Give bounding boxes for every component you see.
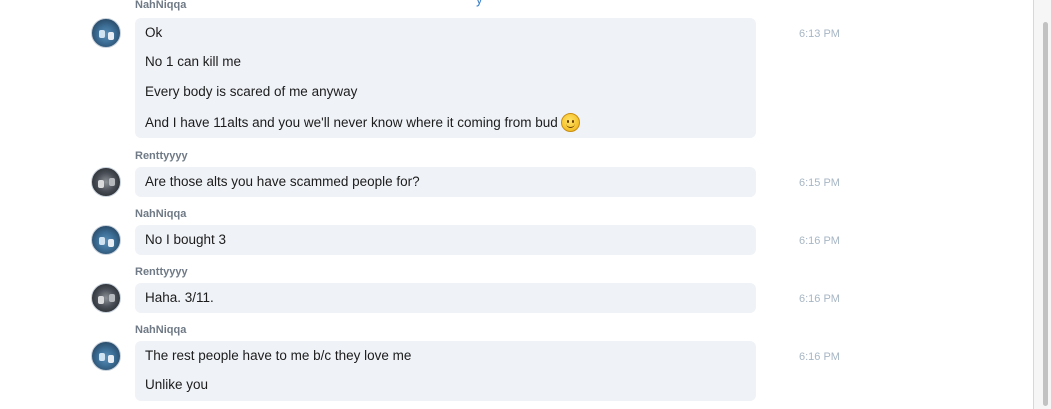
message-text: Ok — [145, 25, 163, 40]
avatar[interactable] — [91, 225, 121, 255]
scrollbar-thumb[interactable] — [1043, 22, 1048, 406]
message-bubble: The rest people have to me b/c they love… — [135, 341, 756, 401]
avatar[interactable] — [91, 18, 121, 48]
message-author[interactable]: Renttyyyy — [135, 150, 188, 162]
message-text: Unlike you — [145, 377, 209, 392]
message-bubble: Haha. 3/11. — [135, 283, 756, 313]
message-timestamp: 6:16 PM — [799, 351, 840, 363]
message-timestamp: 6:15 PM — [799, 177, 840, 189]
smiley-emoji-icon — [560, 113, 580, 132]
message-bubble: Are those alts you have scammed people f… — [135, 167, 756, 197]
message-author[interactable]: NahNiqqa — [135, 324, 186, 336]
message-text: No I bought 3 — [145, 232, 227, 247]
message-bubble: No I bought 3 — [135, 225, 756, 255]
message-line: And I have 11alts and you we'll never kn… — [145, 113, 580, 132]
avatar[interactable] — [91, 167, 121, 197]
clipped-link-text[interactable]: y — [476, 0, 483, 7]
message-text: The rest people have to me b/c they love… — [145, 348, 412, 363]
avatar[interactable] — [91, 341, 121, 371]
message-timestamp: 6:13 PM — [799, 28, 840, 40]
message-text: And I have 11alts and you we'll never kn… — [145, 115, 558, 130]
vertical-scrollbar[interactable] — [1033, 0, 1051, 409]
message-author[interactable]: NahNiqqa — [135, 0, 186, 11]
avatar[interactable] — [91, 283, 121, 313]
message-text: Every body is scared of me anyway — [145, 84, 358, 99]
message-author[interactable]: Renttyyyy — [135, 266, 188, 278]
message-text: Are those alts you have scammed people f… — [145, 174, 420, 189]
chat-log: y NahNiqqa Ok No 1 can kill me Every bod… — [0, 0, 1030, 409]
message-timestamp: 6:16 PM — [799, 235, 840, 247]
message-bubble: Ok No 1 can kill me Every body is scared… — [135, 18, 756, 138]
message-text: No 1 can kill me — [145, 54, 242, 69]
message-author[interactable]: NahNiqqa — [135, 208, 186, 220]
message-text: Haha. 3/11. — [145, 290, 214, 305]
message-timestamp: 6:16 PM — [799, 293, 840, 305]
